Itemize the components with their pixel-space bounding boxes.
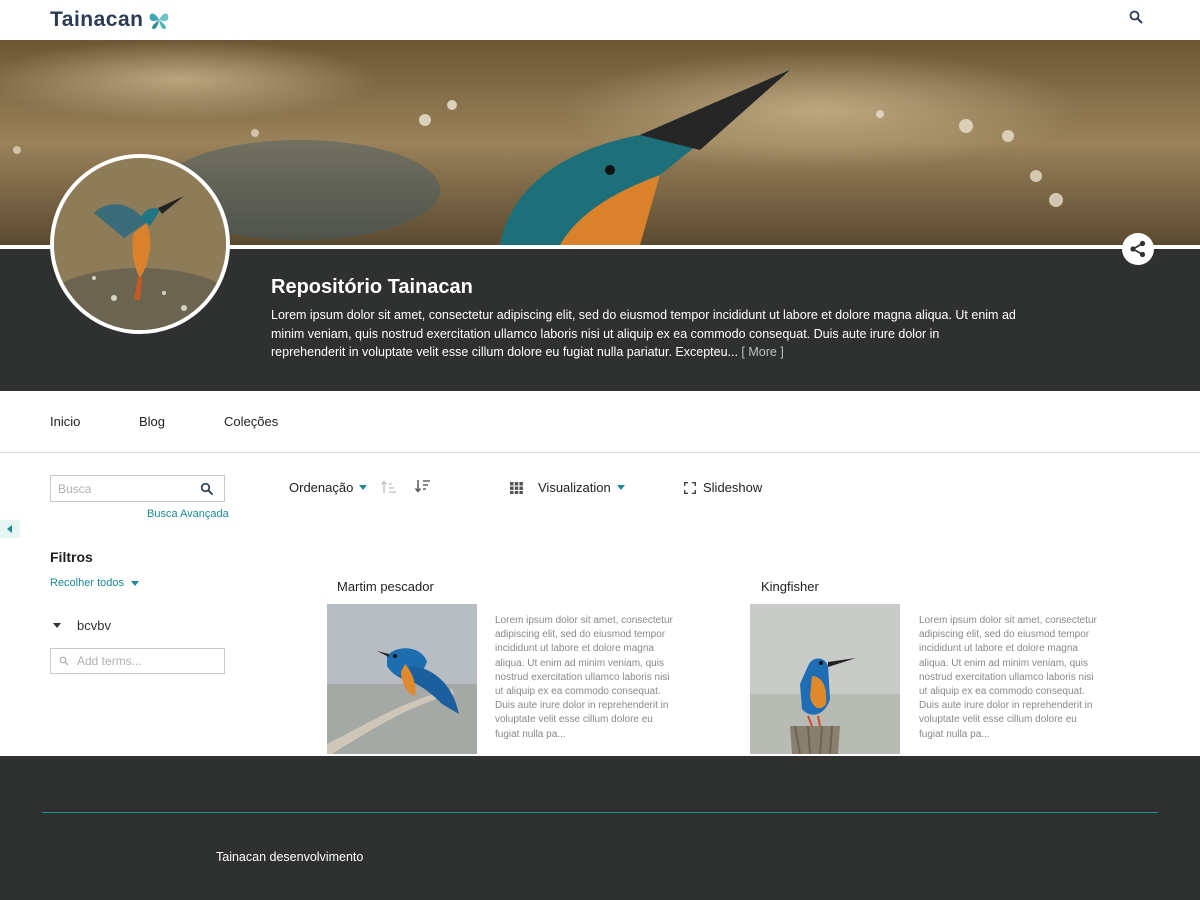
top-bar: Tainacan — [0, 0, 1200, 40]
nav-item-inicio[interactable]: Inicio — [50, 414, 80, 429]
footer: Tainacan desenvolvimento — [0, 756, 1200, 900]
item-thumbnail[interactable] — [327, 604, 477, 754]
view-mode-dropdown[interactable]: Visualization — [510, 480, 625, 495]
more-link[interactable]: [ More ] — [741, 345, 783, 359]
search-box — [50, 475, 225, 502]
sort-descending-icon[interactable] — [415, 479, 431, 493]
site-logo[interactable]: Tainacan — [50, 8, 171, 32]
main-nav: Inicio Blog Coleções — [0, 391, 1200, 453]
share-button[interactable] — [1122, 233, 1154, 265]
chevron-down-icon — [616, 485, 625, 490]
sort-label: Ordenação — [289, 480, 354, 495]
repository-title: Repositório Tainacan — [271, 276, 473, 298]
add-terms-input[interactable] — [51, 649, 201, 673]
search-icon — [59, 656, 69, 666]
terms-box — [50, 648, 225, 674]
slideshow-label: Slideshow — [703, 480, 763, 495]
slideshow-button[interactable]: Slideshow — [684, 480, 762, 495]
caret-down-icon — [53, 623, 61, 628]
fullscreen-icon — [684, 481, 696, 494]
nav-item-blog[interactable]: Blog — [139, 414, 165, 429]
logo-text: Tainacan — [50, 8, 144, 31]
sort-ascending-icon[interactable] — [381, 480, 397, 494]
repository-description: Lorem ipsum dolor sit amet, consectetur … — [271, 306, 1016, 362]
advanced-search-link[interactable]: Busca Avançada — [147, 508, 229, 520]
repository-avatar — [50, 154, 230, 334]
search-icon[interactable] — [1128, 9, 1144, 25]
item-description: Lorem ipsum dolor sit amet, consectetur … — [495, 615, 673, 740]
footer-text: Tainacan desenvolvimento — [216, 850, 364, 864]
item-thumbnail[interactable] — [750, 604, 900, 754]
nav-item-colecoes[interactable]: Coleções — [224, 414, 278, 429]
repository-description-text: Lorem ipsum dolor sit amet, consectetur … — [271, 308, 1016, 359]
footer-divider — [42, 812, 1158, 813]
filter-name: bcvbv — [77, 618, 111, 633]
item-description: Lorem ipsum dolor sit amet, consectetur … — [919, 615, 1097, 740]
grid-view-icon — [510, 481, 523, 494]
collapse-all-label: Recolher todos — [50, 577, 124, 589]
item-title[interactable]: Martim pescador — [337, 579, 434, 594]
collapse-all-button[interactable]: Recolher todos — [50, 577, 139, 589]
butterfly-logo-icon — [150, 13, 169, 30]
view-label: Visualization — [538, 480, 611, 495]
collapse-filters-button[interactable] — [0, 520, 20, 538]
chevron-down-icon — [359, 485, 368, 490]
search-input[interactable] — [51, 476, 191, 501]
sort-dropdown[interactable]: Ordenação — [289, 480, 368, 495]
filters-title: Filtros — [50, 549, 93, 565]
search-icon[interactable] — [200, 482, 214, 496]
caret-left-icon — [7, 525, 12, 533]
item-title[interactable]: Kingfisher — [761, 579, 819, 594]
filter-toggle[interactable]: bcvbv — [50, 618, 111, 633]
share-icon — [1130, 240, 1146, 258]
chevron-down-icon — [131, 580, 139, 586]
